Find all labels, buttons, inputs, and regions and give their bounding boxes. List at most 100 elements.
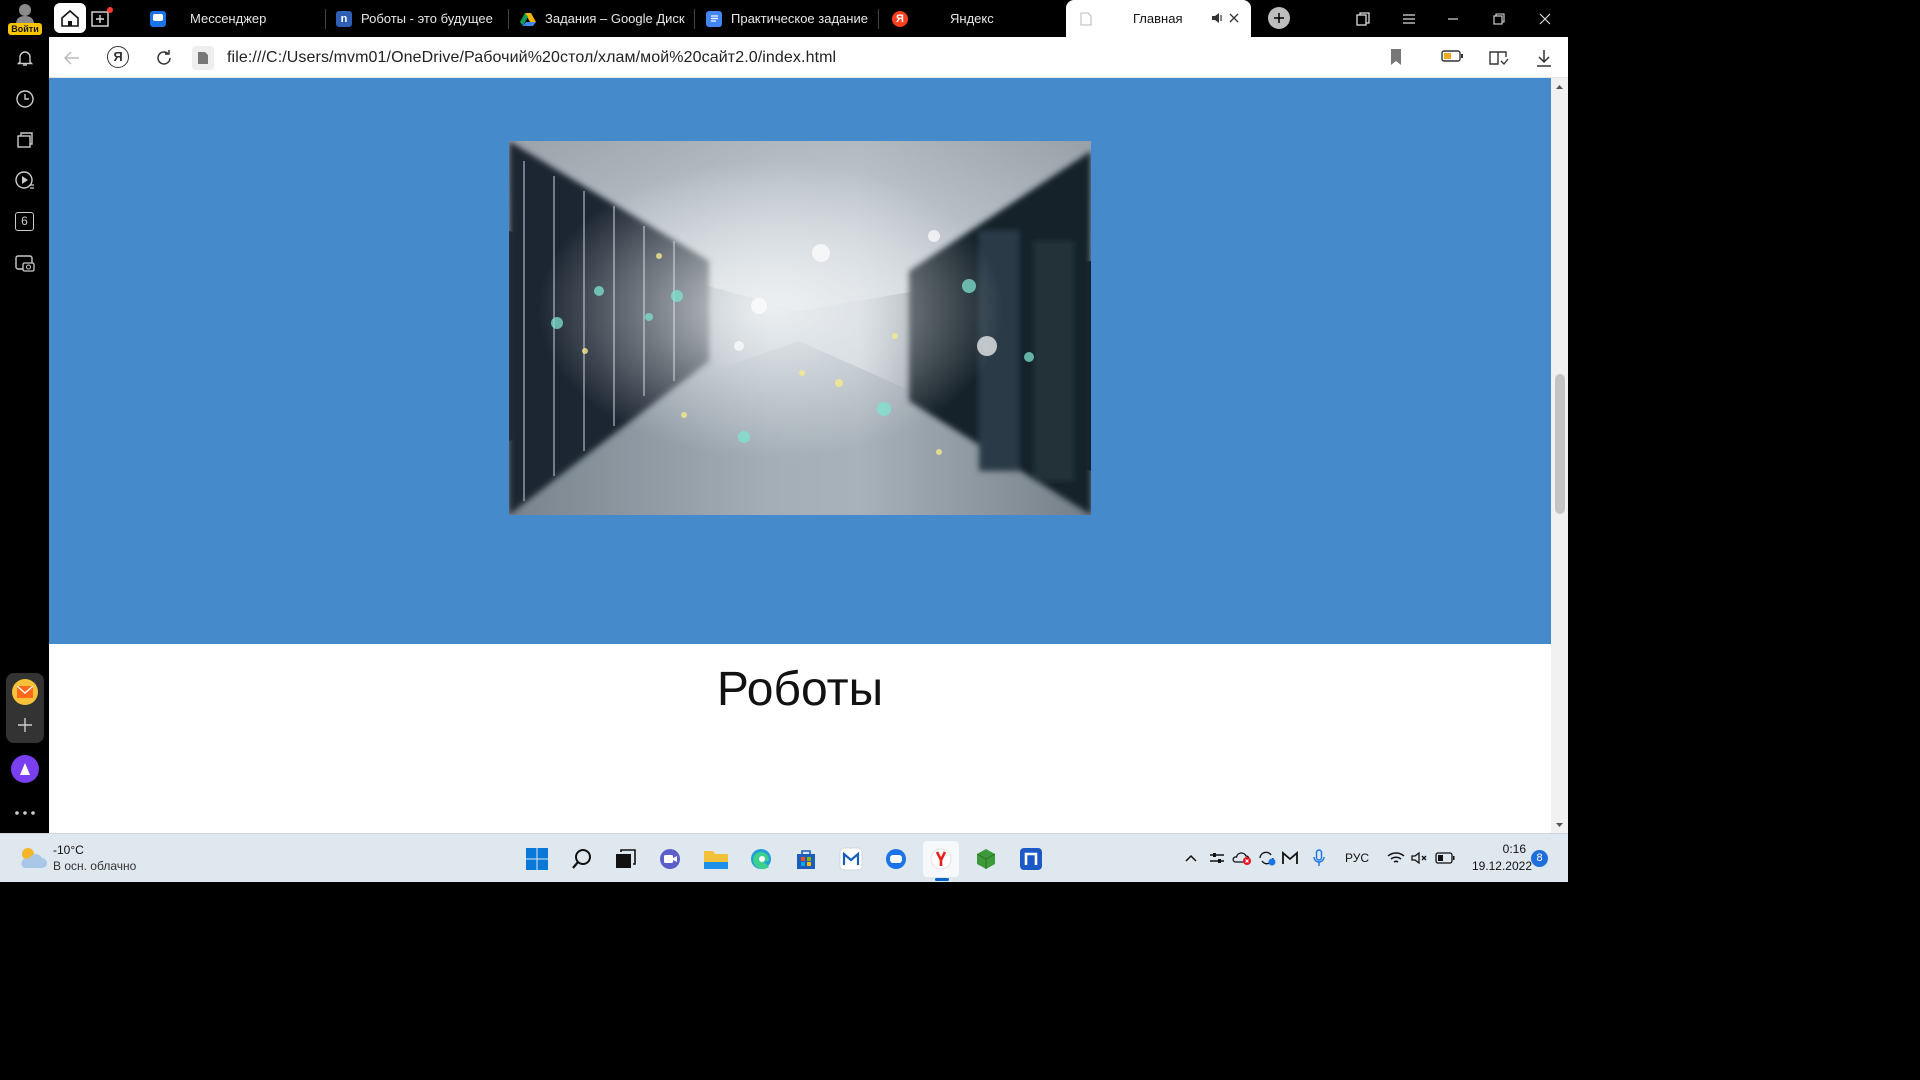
edge-button[interactable] xyxy=(743,841,779,877)
page-scrollbar[interactable] xyxy=(1551,78,1568,833)
onedrive-tray-icon[interactable] xyxy=(1230,846,1254,870)
yandex-browser-icon xyxy=(930,848,952,870)
search-button[interactable] xyxy=(564,841,600,877)
scroll-up-icon[interactable] xyxy=(1551,80,1568,94)
notifications-button[interactable] xyxy=(12,45,37,70)
reading-mode-button[interactable] xyxy=(1487,47,1509,69)
file-explorer-button[interactable] xyxy=(698,841,734,877)
cloudy-weather-icon xyxy=(21,848,47,868)
minimize-button[interactable] xyxy=(1430,0,1476,37)
home-icon xyxy=(61,9,79,27)
microphone-icon xyxy=(1313,849,1325,866)
home-button[interactable] xyxy=(54,3,86,33)
wifi-tray-icon[interactable] xyxy=(1385,846,1407,870)
tab-title: Практическое задание xyxy=(731,11,868,26)
close-tab-icon[interactable] xyxy=(1228,12,1240,27)
store-button[interactable] xyxy=(788,841,824,877)
volume-tray-icon[interactable] xyxy=(1409,846,1431,870)
reload-button[interactable] xyxy=(153,47,175,69)
tray-overflow-button[interactable] xyxy=(1182,846,1200,870)
scroll-down-icon[interactable] xyxy=(1551,818,1568,832)
collections-icon xyxy=(16,131,33,148)
tab-google-drive[interactable]: Задания – Google Диск xyxy=(510,0,694,37)
task-view-icon xyxy=(616,849,636,868)
video-chat-icon xyxy=(660,849,680,869)
tab-title: Яндекс xyxy=(950,11,994,26)
tab-robots[interactable]: n Роботы - это будущее xyxy=(326,0,508,37)
notification-count-badge[interactable]: 8 xyxy=(1531,850,1548,867)
cube-icon xyxy=(976,849,996,869)
new-tab-group-button[interactable] xyxy=(90,6,116,30)
battery-icon xyxy=(1435,852,1455,864)
weather-widget[interactable]: -10°C В осн. облачно xyxy=(14,840,164,878)
mail-tray-icon[interactable] xyxy=(1279,846,1301,870)
messenger-taskbar-button[interactable] xyxy=(878,841,914,877)
folder-icon xyxy=(704,851,728,869)
browser-sidebar: 6 xyxy=(0,37,49,833)
page-title: Роботы xyxy=(716,663,884,716)
profile-button[interactable]: Войти xyxy=(4,2,46,35)
tab-bar: Войти Мессенджер n Роботы - это будущее … xyxy=(0,0,1568,37)
address-input[interactable]: file:///C:/Users/mvm01/OneDrive/Рабочий%… xyxy=(227,49,836,67)
weather-temperature: -10°C xyxy=(53,843,84,857)
tab-audio-icon[interactable] xyxy=(1211,11,1223,28)
site-n-taskbar-button[interactable] xyxy=(1013,841,1049,877)
battery-icon xyxy=(1441,50,1463,62)
mail-m-icon xyxy=(1282,851,1298,864)
yandex-button[interactable]: Я xyxy=(107,46,129,68)
input-language[interactable]: РУС xyxy=(1339,846,1375,870)
clock[interactable]: 0:16 19.12.2022 xyxy=(1462,842,1532,876)
tabs-overview-button[interactable] xyxy=(1340,0,1386,37)
mail-m-icon xyxy=(839,847,863,871)
close-window-button[interactable] xyxy=(1522,0,1568,37)
downloads-button[interactable] xyxy=(1533,47,1555,69)
screenshot-button[interactable] xyxy=(12,250,37,275)
site-n-icon: n xyxy=(336,10,352,27)
sync-tray-icon[interactable] xyxy=(1255,846,1279,870)
teams-chat-button[interactable] xyxy=(653,841,689,877)
scrollbar-thumb[interactable] xyxy=(1555,374,1565,514)
back-button[interactable] xyxy=(61,47,83,69)
tab-messenger[interactable]: Мессенджер xyxy=(140,0,326,37)
cloud-error-icon xyxy=(1232,852,1251,865)
tab-yandex[interactable]: Я Яндекс xyxy=(880,0,1064,37)
menu-button[interactable] xyxy=(1386,0,1432,37)
tray-settings-icon[interactable] xyxy=(1206,846,1228,870)
sliders-icon xyxy=(1210,853,1224,863)
play-icon xyxy=(14,170,34,189)
google-docs-icon xyxy=(706,10,722,27)
clock-icon xyxy=(15,89,34,108)
yandex-browser-button[interactable] xyxy=(923,841,959,881)
bookmark-button[interactable] xyxy=(1389,48,1409,68)
active-app-indicator xyxy=(935,878,949,881)
tab-divider xyxy=(508,9,509,29)
history-button[interactable] xyxy=(12,86,37,111)
tabs-count-button[interactable]: 6 xyxy=(12,209,37,234)
minecraft-button[interactable] xyxy=(968,841,1004,877)
new-tab-button[interactable] xyxy=(1268,7,1290,29)
battery-saver-button[interactable] xyxy=(1441,49,1467,67)
mail-app-taskbar-button[interactable] xyxy=(833,841,869,877)
sidebar-more-button[interactable] xyxy=(14,803,36,815)
tab-title: Роботы - это будущее xyxy=(361,11,493,26)
mail-app-button[interactable] xyxy=(12,679,38,705)
restore-button[interactable] xyxy=(1476,0,1522,37)
clock-time: 0:16 xyxy=(1502,842,1526,856)
tab-practical-task[interactable]: Практическое задание xyxy=(696,0,878,37)
tab-home-active[interactable]: Главная xyxy=(1066,0,1251,37)
add-sidebar-app-button[interactable] xyxy=(15,715,35,735)
task-view-button[interactable] xyxy=(608,841,644,877)
site-info-button[interactable] xyxy=(192,46,214,70)
tab-title: Мессенджер xyxy=(190,11,267,26)
windows-logo-icon xyxy=(526,848,548,870)
alice-assistant-button[interactable] xyxy=(11,755,39,783)
video-button[interactable] xyxy=(12,168,37,193)
chat-bubble-icon xyxy=(886,849,906,869)
start-button[interactable] xyxy=(519,841,555,877)
battery-tray-icon[interactable] xyxy=(1433,846,1457,870)
reload-icon xyxy=(157,50,171,65)
microphone-tray-icon[interactable] xyxy=(1309,846,1329,870)
plus-icon xyxy=(18,718,32,732)
collections-button[interactable] xyxy=(12,127,37,152)
alice-icon xyxy=(20,763,30,775)
